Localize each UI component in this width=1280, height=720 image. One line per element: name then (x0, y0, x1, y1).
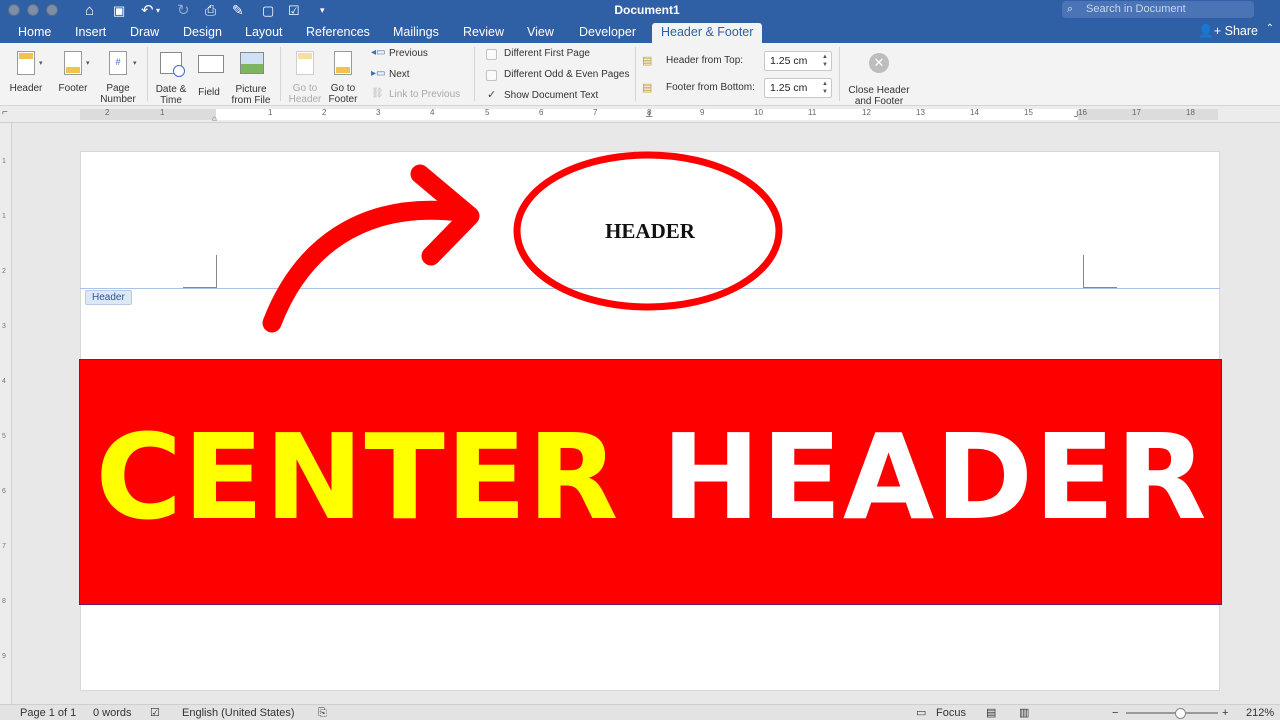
annotation-circle (513, 151, 783, 311)
track-changes-icon[interactable]: ⎘ (318, 706, 327, 720)
title-banner: CENTER HEADER (79, 359, 1222, 605)
zoom-in-icon[interactable]: + (1222, 706, 1228, 720)
word-count[interactable]: 0 words (93, 706, 132, 720)
zoom-level[interactable]: 212% (1246, 706, 1274, 720)
focus-icon: ▭ (916, 707, 927, 719)
print-layout-icon[interactable]: ▤ (986, 706, 996, 720)
zoom-slider-knob[interactable] (1175, 708, 1186, 719)
banner-word-center: CENTER (95, 408, 620, 546)
page-count[interactable]: Page 1 of 1 (20, 706, 76, 720)
focus-button[interactable]: Focus (936, 706, 966, 720)
zoom-slider[interactable] (1126, 712, 1218, 714)
banner-text: CENTER HEADER (80, 412, 1223, 542)
annotation-arrow-shaft (262, 200, 470, 333)
zoom-out-icon[interactable]: − (1112, 706, 1118, 720)
status-bar: Page 1 of 1 0 words ☑ English (United St… (0, 704, 1280, 720)
web-layout-icon[interactable]: ▥ (1019, 706, 1029, 720)
banner-word-header: HEADER (661, 408, 1208, 546)
proofing-icon[interactable]: ☑ (150, 706, 160, 720)
language[interactable]: English (United States) (182, 706, 295, 720)
